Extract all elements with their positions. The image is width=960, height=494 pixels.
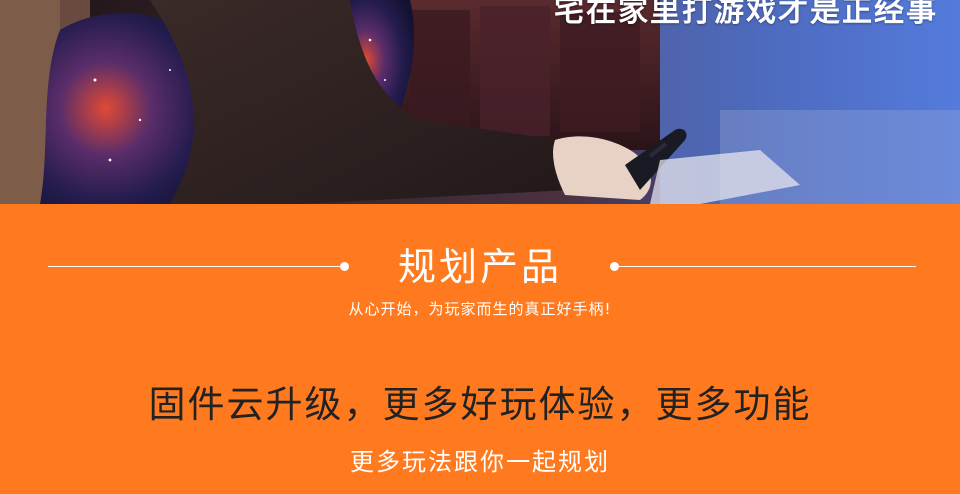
hero-caption: 宅在家里打游戏才是正经事: [554, 0, 938, 29]
divider-line-right: [618, 266, 916, 267]
feature-headline: 固件云升级，更多好玩体验，更多功能: [148, 383, 812, 426]
gamer-with-controller-illustration: [0, 0, 960, 204]
product-planning-banner: 宅在家里打游戏才是正经事 规划产品 从心开始，为玩家而生的真正好手柄! 固件云升…: [0, 0, 960, 494]
section-title-row: 规划产品: [0, 242, 960, 292]
divider-dot-left: [340, 262, 349, 271]
hero-photo: 宅在家里打游戏才是正经事: [0, 0, 960, 204]
feature-subheadline: 更多玩法跟你一起规划: [350, 448, 610, 476]
divider-line-left: [48, 266, 340, 267]
orange-content-section: 规划产品 从心开始，为玩家而生的真正好手柄! 固件云升级，更多好玩体验，更多功能…: [0, 204, 960, 494]
section-title: 规划产品: [397, 245, 562, 289]
section-subtitle: 从心开始，为玩家而生的真正好手柄!: [348, 300, 612, 318]
